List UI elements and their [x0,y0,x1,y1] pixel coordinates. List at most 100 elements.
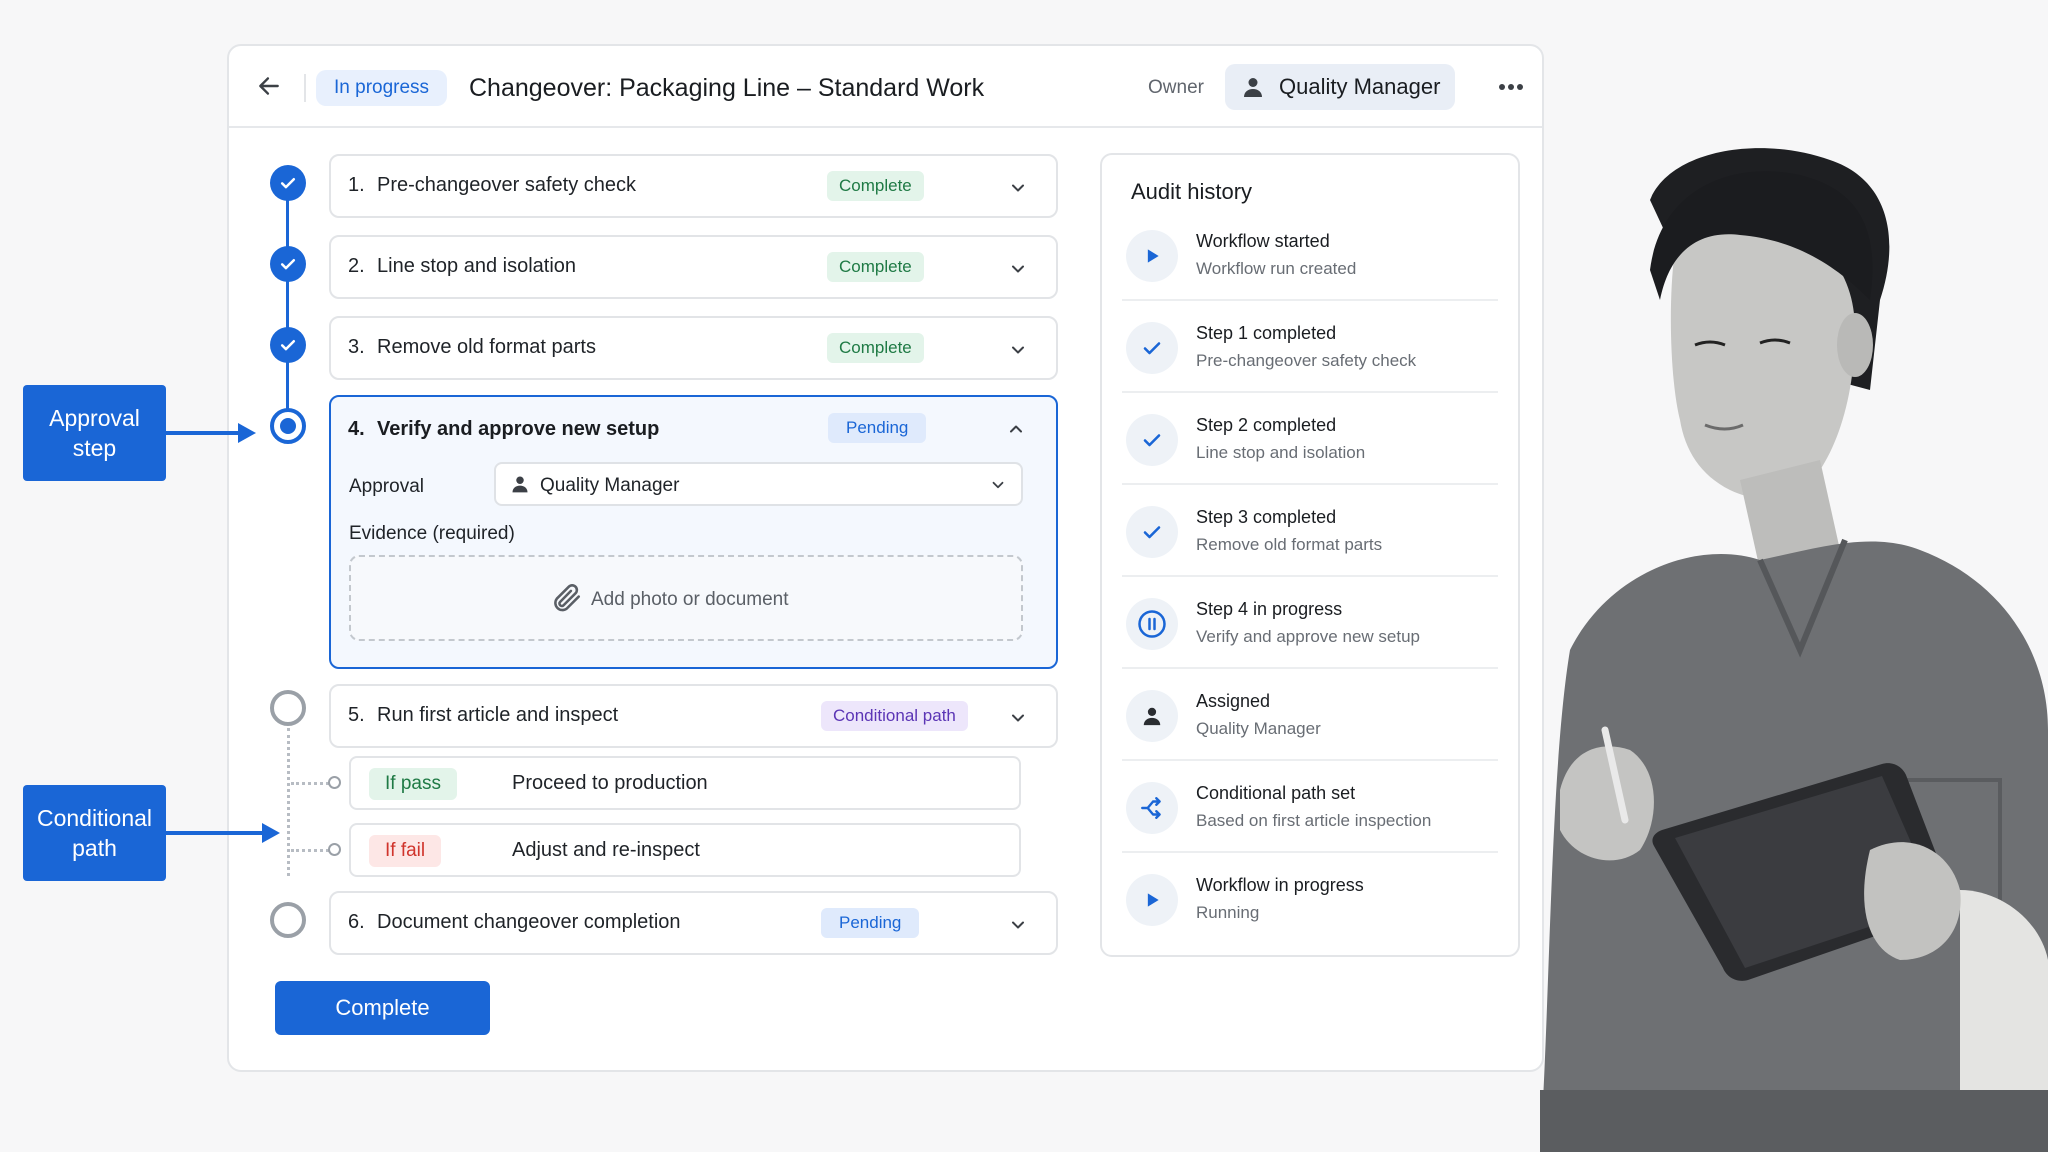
check-icon [1126,506,1178,558]
branch-action: Adjust and re-inspect [512,839,700,861]
owner-name: Quality Manager [1279,74,1441,99]
play-icon [1126,874,1178,926]
step-row-4-expanded: 4. Verify and approve new setup Pending … [329,395,1058,669]
check-icon [280,178,296,189]
chevron-up-icon[interactable] [1006,419,1026,439]
check-icon [280,259,296,270]
step-number: 5. [348,704,365,726]
step-5-pending-node [270,690,306,726]
step-number: 1. [348,174,365,196]
check-icon [1126,322,1178,374]
back-button[interactable] [251,68,287,104]
evidence-upload-dropzone[interactable]: Add photo or document [349,555,1023,641]
person-icon [512,476,528,493]
audit-item-title: Step 3 completed [1196,507,1337,527]
approval-step-callout: Approval step [23,385,166,481]
paperclip-icon [554,584,581,612]
audit-item-detail: Verify and approve new setup [1196,627,1420,646]
condition-tag-fail: If fail [369,835,442,867]
step-number: 6. [348,911,365,933]
chevron-down-icon[interactable] [1008,178,1028,198]
audit-item-title: Step 1 completed [1196,323,1337,343]
step-2-complete-node [270,246,306,282]
play-icon [1126,230,1178,282]
person-with-tablet-image [1540,148,2048,1152]
step-6-pending-node [270,902,306,938]
more-horizontal-icon [1499,84,1523,90]
audit-item-detail: Line stop and isolation [1196,443,1366,462]
status-badge: Pending [828,413,927,443]
check-icon [280,340,296,351]
owner-label: Owner [1148,77,1204,98]
arrow-left-icon [259,77,279,95]
status-badge: Pending [821,908,920,938]
step-label: Remove old format parts [377,336,596,358]
owner-chip[interactable]: Quality Manager [1225,64,1455,110]
timeline-progress-line [286,183,289,425]
more-options-button[interactable] [1493,70,1529,104]
callout-arrow-icon [166,423,256,443]
approver-value: Quality Manager [540,475,680,496]
condition-tag-pass: If pass [369,768,457,800]
branch-node-fail [328,843,341,856]
step-row-6[interactable]: 6. Document changeover completion Pendin… [329,891,1058,955]
audit-item-title: Step 4 in progress [1196,599,1343,619]
conditional-path-callout: Conditional path [23,785,166,881]
step-label: Line stop and isolation [377,255,577,277]
step-row-3[interactable]: 3. Remove old format parts Complete [329,316,1058,380]
conditional-badge: Conditional path [821,701,968,731]
chevron-down-icon[interactable] [1008,915,1028,935]
person-icon [1126,690,1178,742]
evidence-label: Evidence (required) [349,523,515,544]
audit-item-title: Workflow started [1196,231,1330,251]
audit-item-title: Conditional path set [1196,783,1356,803]
approval-label: Approval [349,476,424,497]
workflow-header: In progress Changeover: Packaging Line –… [229,46,1542,128]
branch-fail[interactable]: If fail Adjust and re-inspect [349,823,1021,877]
audit-item-title: Assigned [1196,691,1271,711]
chevron-down-icon[interactable] [1008,708,1028,728]
audit-item-title: Step 2 completed [1196,415,1337,435]
step-label: Pre-changeover safety check [377,174,637,196]
step-label: Document changeover completion [377,911,681,933]
check-icon [1126,414,1178,466]
audit-item-title: Workflow in progress [1196,875,1364,895]
step-row-1[interactable]: 1. Pre-changeover safety check Complete [329,154,1058,218]
chevron-down-icon[interactable] [1008,259,1028,279]
step-row-2[interactable]: 2. Line stop and isolation Complete [329,235,1058,299]
audit-item-detail: Quality Manager [1196,719,1321,738]
timeline-branch-line [287,728,290,876]
approver-select[interactable]: Quality Manager [494,462,1023,506]
pause-icon [1126,598,1178,650]
audit-item-detail: Based on first article inspection [1196,811,1432,830]
step-1-complete-node [270,165,306,201]
step-number: 4. [348,418,365,440]
header-divider [304,74,306,102]
complete-button[interactable]: Complete [275,981,490,1035]
callout-arrow-icon [166,823,280,843]
branch-pass[interactable]: If pass Proceed to production [349,756,1021,810]
branch-icon [1126,782,1178,834]
chevron-down-icon [992,481,1004,489]
audit-item-detail: Remove old format parts [1196,535,1383,554]
status-badge: In progress [316,70,448,106]
chevron-down-icon[interactable] [1008,340,1028,360]
audit-title: Audit history [1131,179,1253,204]
branch-action: Proceed to production [512,772,708,794]
step-3-complete-node [270,327,306,363]
step-label: Verify and approve new setup [377,418,660,440]
branch-node-pass [328,776,341,789]
audit-item-detail: Pre-changeover safety check [1196,351,1417,370]
step-row-5[interactable]: 5. Run first article and inspect Conditi… [329,684,1058,748]
step-label: Run first article and inspect [377,704,619,726]
step-number: 3. [348,336,365,358]
audit-item-detail: Running [1196,903,1260,922]
page-title: Changeover: Packaging Line – Standard Wo… [469,74,985,102]
upload-text: Add photo or document [591,589,789,610]
audit-item-detail: Workflow run created [1196,259,1357,278]
status-badge: Complete [827,171,924,201]
status-badge: Complete [827,252,924,282]
step-number: 2. [348,255,365,277]
person-icon [1239,73,1267,101]
step-4-current-node [270,408,306,444]
